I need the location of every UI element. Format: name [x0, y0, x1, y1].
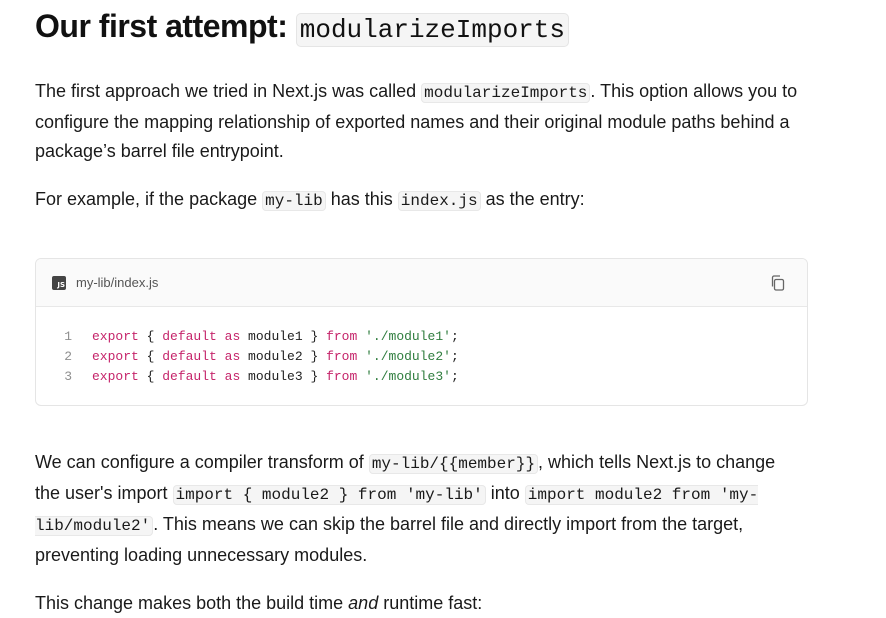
copy-icon[interactable]	[769, 274, 787, 292]
code-block-header: JS my-lib/index.js	[36, 259, 807, 307]
heading-code: modularizeImports	[295, 13, 569, 47]
para3-text-1: We can configure a compiler transform of	[35, 452, 369, 472]
inline-code-indexjs: index.js	[397, 191, 481, 211]
paragraph-intro: The first approach we tried in Next.js w…	[35, 77, 805, 166]
para3-text-3: into	[485, 483, 525, 503]
line-number: 2	[64, 349, 72, 364]
inline-code-mylib: my-lib	[262, 191, 326, 211]
paragraph-result: This change makes both the build time an…	[35, 589, 805, 618]
code-line: 3 export { default as module3 } from './…	[36, 367, 807, 387]
code-filename: my-lib/index.js	[76, 275, 159, 290]
line-number: 1	[64, 329, 72, 344]
heading-text: Our first attempt:	[35, 8, 296, 44]
para4-text-1: This change makes both the build time	[35, 593, 349, 613]
emphasis-and: and	[348, 593, 379, 613]
code-block: JS my-lib/index.js 1 export { default as…	[35, 258, 808, 406]
para2-text-1: For example, if the package	[35, 189, 263, 209]
code-line: 2 export { default as module2 } from './…	[36, 347, 807, 367]
para2-text-2: has this	[325, 189, 398, 209]
article-content: Our first attempt: modularizeImports The…	[0, 0, 810, 618]
para4-text-2: runtime fast:	[378, 593, 483, 613]
line-number: 3	[64, 369, 72, 384]
paragraph-transform: We can configure a compiler transform of…	[35, 448, 805, 570]
paragraph-example: For example, if the package my-lib has t…	[35, 185, 805, 216]
code-line: 1 export { default as module1 } from './…	[36, 327, 807, 347]
inline-code-import-from: import { module2 } from 'my-lib'	[172, 485, 486, 505]
para2-text-3: as the entry:	[480, 189, 585, 209]
section-heading: Our first attempt: modularizeImports	[35, 0, 810, 50]
code-block-body: 1 export { default as module1 } from './…	[36, 307, 807, 387]
inline-code-member: my-lib/{{member}}	[368, 454, 539, 474]
inline-code-modularize: modularizeImports	[421, 83, 591, 103]
javascript-file-icon: JS	[52, 275, 66, 290]
para1-text-1: The first approach we tried in Next.js w…	[35, 81, 422, 101]
